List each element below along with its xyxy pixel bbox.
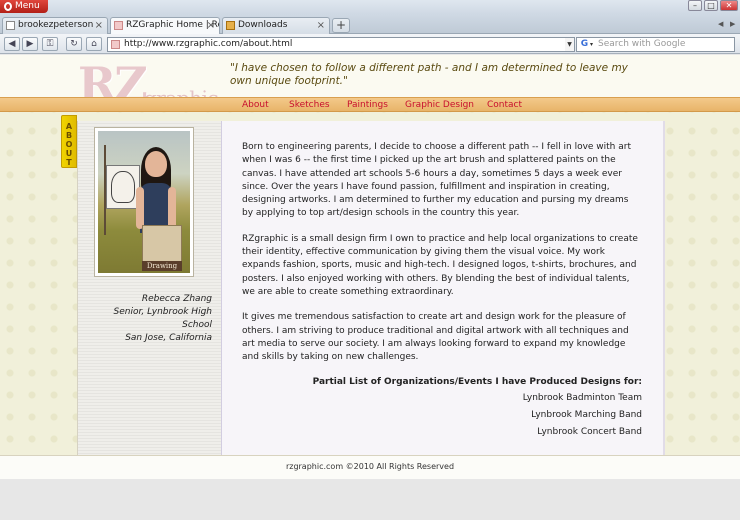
about-content: Born to engineering parents, I decide to… [242, 141, 642, 441]
browser-titlebar: Menu – □ ✕ [0, 0, 740, 14]
navigation-toolbar: ◀ ▶ ⚿ ↻ ⌂ http://www.rzgraphic.com/about… [0, 34, 740, 54]
tab-downloads[interactable]: Downloads × [222, 17, 330, 34]
page-bottom-area [0, 479, 740, 520]
web-page: RZ graphic "I have chosen to follow a di… [0, 55, 740, 520]
site-favicon-icon [111, 40, 120, 49]
window-controls: – □ ✕ [688, 0, 738, 11]
page-favicon-icon [6, 21, 15, 30]
back-button[interactable]: ◀ [4, 37, 20, 51]
google-search-icon[interactable]: G [579, 39, 590, 50]
drawing-pad-label: Drawing [142, 261, 182, 271]
home-button[interactable]: ⌂ [86, 37, 102, 51]
downloads-icon [226, 21, 235, 30]
profile-photo: Drawing [94, 127, 194, 277]
close-tab-icon[interactable]: × [95, 18, 103, 33]
nav-sketches[interactable]: Sketches [289, 99, 330, 111]
caption-school: Senior, Lynbrook High School [113, 307, 212, 330]
tab-brookezpeterson[interactable]: brookezpeterson × [2, 17, 108, 34]
side-tab-letter: A [65, 122, 73, 131]
address-dropdown-button[interactable]: ▼ [565, 37, 575, 52]
caption-location: San Jose, California [125, 333, 212, 343]
close-window-button[interactable]: ✕ [720, 0, 738, 11]
portrait-arm [136, 187, 144, 229]
menu-label: Menu [15, 1, 40, 11]
side-tab-letter: T [66, 158, 72, 167]
tab-scroll-left-icon[interactable]: ◀ [718, 20, 723, 28]
rz-favicon-icon [114, 21, 123, 30]
organizations-list-title: Partial List of Organizations/Events I h… [312, 377, 642, 388]
opera-logo-icon [4, 2, 12, 11]
side-tab-letter: O [65, 140, 73, 149]
caption-name: Rebecca Zhang [141, 294, 212, 304]
forward-button[interactable]: ▶ [22, 37, 38, 51]
nav-about[interactable]: About [242, 99, 269, 111]
portrait-face [145, 151, 167, 177]
about-paragraph: RZgraphic is a small design firm I own t… [242, 233, 638, 297]
sketch-drawing [106, 165, 140, 209]
site-nav: About Sketches Paintings Graphic Design … [0, 97, 740, 112]
search-input[interactable]: G ▾ Search with Google [576, 37, 735, 52]
nav-paintings[interactable]: Paintings [347, 99, 388, 111]
site-footer: rzgraphic.com ©2010 All Rights Reserved [0, 455, 740, 479]
minimize-button[interactable]: – [688, 0, 702, 11]
tab-label: Downloads [238, 20, 288, 30]
about-side-tab: A B O U T [61, 115, 77, 168]
list-item: Lynbrook Concert Band [537, 426, 642, 437]
tab-scroll-right-icon[interactable]: ▶ [730, 20, 735, 28]
search-placeholder: Search with Google [598, 39, 686, 49]
search-engine-dropdown-icon[interactable]: ▾ [590, 38, 593, 51]
opera-menu-button[interactable]: Menu [0, 0, 48, 13]
tab-rzgraphic[interactable]: RZGraphic Home | Reb... × [110, 17, 220, 35]
maximize-button[interactable]: □ [704, 0, 718, 11]
tab-label: brookezpeterson [18, 20, 94, 30]
list-item: Lynbrook Marching Band [531, 409, 642, 420]
reload-button[interactable]: ↻ [66, 37, 82, 51]
photo-caption: Rebecca Zhang Senior, Lynbrook High Scho… [84, 293, 212, 345]
header-quote: "I have chosen to follow a different pat… [230, 62, 628, 87]
photo-scene: Drawing [98, 131, 190, 273]
close-tab-icon[interactable]: × [317, 18, 325, 33]
tab-bar: brookezpeterson × RZGraphic Home | Reb..… [0, 14, 740, 35]
new-tab-button[interactable]: + [332, 18, 350, 33]
about-paragraph: It gives me tremendous satisfaction to c… [242, 312, 629, 363]
about-paragraph: Born to engineering parents, I decide to… [242, 142, 631, 219]
key-icon[interactable]: ⚿ [42, 37, 58, 51]
close-tab-icon[interactable]: × [207, 18, 215, 33]
address-text: http://www.rzgraphic.com/about.html [124, 39, 293, 49]
nav-contact[interactable]: Contact [487, 99, 522, 111]
side-tab-letter: B [65, 131, 73, 140]
nav-graphic-design[interactable]: Graphic Design [405, 99, 474, 111]
side-tab-letter: U [65, 149, 73, 158]
list-item: Lynbrook Badminton Team [522, 392, 642, 403]
portrait-arm [168, 187, 176, 229]
address-bar[interactable]: http://www.rzgraphic.com/about.html [107, 37, 567, 52]
